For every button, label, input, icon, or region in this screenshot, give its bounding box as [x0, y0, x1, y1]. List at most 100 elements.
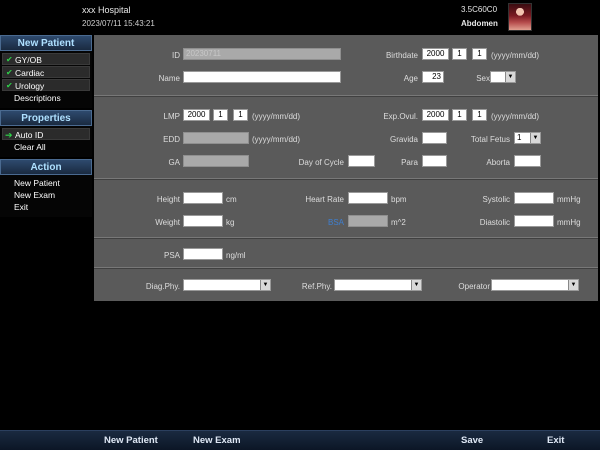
edd-label: EDD [163, 135, 180, 144]
sex-select[interactable]: ▼ [490, 71, 516, 83]
operator-label: Operator [458, 282, 490, 291]
new-patient-button[interactable]: New Patient [104, 435, 158, 446]
action-exit[interactable]: Exit [2, 201, 90, 213]
para-field[interactable] [422, 155, 447, 167]
action-section-title: Action [0, 159, 92, 175]
exam-type-label: Cardiac [15, 68, 45, 78]
id-field: 20230711 [183, 48, 341, 60]
gravida-field[interactable] [422, 132, 447, 144]
exp-ovul-label: Exp.Ovul. [383, 112, 418, 121]
day-of-cycle-field[interactable] [348, 155, 375, 167]
properties-section-title: Properties [0, 110, 92, 126]
birth-day-field[interactable]: 1 [472, 48, 487, 60]
weight-unit: kg [226, 218, 235, 227]
heart-rate-label: Heart Rate [305, 195, 344, 204]
chevron-down-icon: ▼ [411, 280, 421, 290]
exp-ovul-month-field[interactable]: 1 [452, 109, 467, 121]
exp-ovul-day-field[interactable]: 1 [472, 109, 487, 121]
diastolic-label: Diastolic [479, 218, 510, 227]
lmp-day-field[interactable]: 1 [233, 109, 248, 121]
save-button[interactable]: Save [461, 435, 483, 446]
chevron-down-icon: ▼ [530, 133, 540, 143]
chevron-down-icon: ▼ [505, 72, 515, 82]
new-patient-section: ✔ GY/OB ✔ Cardiac ✔ Urology Descriptions [0, 51, 92, 108]
check-icon: ✔ [6, 68, 13, 77]
action-new-exam[interactable]: New Exam [2, 189, 90, 201]
lmp-label: LMP [163, 112, 180, 121]
action-new-patient[interactable]: New Patient [2, 177, 90, 189]
id-label: ID [172, 51, 180, 60]
auto-id-item[interactable]: ➔ Auto ID [2, 128, 90, 140]
exam-type-urology[interactable]: ✔ Urology [2, 79, 90, 91]
aborta-label: Aborta [486, 158, 510, 167]
operator-select[interactable]: ▼ [491, 279, 579, 291]
systolic-field[interactable] [514, 192, 554, 204]
arrow-right-icon: ➔ [5, 130, 13, 140]
name-label: Name [158, 74, 180, 83]
aborta-field[interactable] [514, 155, 541, 167]
total-fetus-select[interactable]: 1 ▼ [514, 132, 541, 144]
diag-phy-select[interactable]: ▼ [183, 279, 271, 291]
psa-field[interactable] [183, 248, 223, 260]
chevron-down-icon: ▼ [568, 280, 578, 290]
edd-date-format: (yyyy/mm/dd) [252, 135, 300, 144]
ref-phy-label: Ref.Phy. [301, 282, 332, 291]
check-icon: ✔ [6, 55, 13, 64]
new-patient-section-title: New Patient [0, 35, 92, 51]
action-section: New Patient New Exam Exit [0, 175, 92, 217]
birthdate-label: Birthdate [385, 51, 418, 60]
date-time: 2023/07/11 15:43:21 [82, 19, 155, 28]
new-exam-button[interactable]: New Exam [193, 435, 241, 446]
exam-preset-image-icon [508, 3, 532, 31]
height-field[interactable] [183, 192, 223, 204]
exp-ovul-date-format: (yyyy/mm/dd) [491, 112, 539, 121]
header-bar: xxx Hospital 2023/07/11 15:43:21 3.5C60C… [0, 0, 600, 34]
name-field[interactable] [183, 71, 341, 83]
systolic-label: Systolic [482, 195, 510, 204]
sex-label: Sex [476, 74, 490, 83]
lmp-date-format: (yyyy/mm/dd) [252, 112, 300, 121]
bsa-field [348, 215, 388, 227]
check-icon: ✔ [6, 81, 13, 90]
heart-rate-field[interactable] [348, 192, 388, 204]
sidebar: New Patient ✔ GY/OB ✔ Cardiac ✔ Urology … [0, 35, 92, 229]
weight-field[interactable] [183, 215, 223, 227]
total-fetus-value: 1 [517, 133, 522, 142]
birth-month-field[interactable]: 1 [452, 48, 467, 60]
age-field[interactable]: 23 [422, 71, 444, 83]
psa-label: PSA [163, 251, 180, 260]
properties-section: ➔ Auto ID Clear All [0, 126, 92, 157]
divider [94, 267, 598, 269]
edd-field [183, 132, 249, 144]
diag-phy-label: Diag.Phy. [145, 282, 180, 291]
weight-label: Weight [155, 218, 180, 227]
descriptions-item[interactable]: Descriptions [2, 92, 90, 104]
diastolic-field[interactable] [514, 215, 554, 227]
hospital-name: xxx Hospital [82, 5, 131, 15]
divider [94, 178, 598, 180]
lmp-year-field[interactable]: 2000 [183, 109, 210, 121]
exam-preset: Abdomen [461, 19, 498, 28]
ga-label: GA [168, 158, 180, 167]
ref-phy-select[interactable]: ▼ [334, 279, 422, 291]
exp-ovul-year-field[interactable]: 2000 [422, 109, 449, 121]
bsa-label: BSA [327, 218, 344, 227]
exam-type-gyob[interactable]: ✔ GY/OB [2, 53, 90, 65]
bottom-softkey-bar: New Patient New Exam Save Exit [0, 430, 600, 450]
exam-type-label: GY/OB [15, 55, 42, 65]
para-label: Para [401, 158, 418, 167]
lmp-month-field[interactable]: 1 [213, 109, 228, 121]
age-label: Age [403, 74, 418, 83]
clear-all-item[interactable]: Clear All [2, 141, 90, 153]
bsa-unit: m^2 [391, 218, 406, 227]
birth-year-field[interactable]: 2000 [422, 48, 449, 60]
height-label: Height [156, 195, 180, 204]
divider [94, 237, 598, 239]
chevron-down-icon: ▼ [260, 280, 270, 290]
birth-date-format: (yyyy/mm/dd) [491, 51, 539, 60]
exit-button[interactable]: Exit [547, 435, 564, 446]
height-unit: cm [226, 195, 237, 204]
psa-unit: ng/ml [226, 251, 246, 260]
patient-info-form: ID 20230711 Birthdate 2000 1 1 (yyyy/mm/… [94, 35, 598, 301]
exam-type-cardiac[interactable]: ✔ Cardiac [2, 66, 90, 78]
